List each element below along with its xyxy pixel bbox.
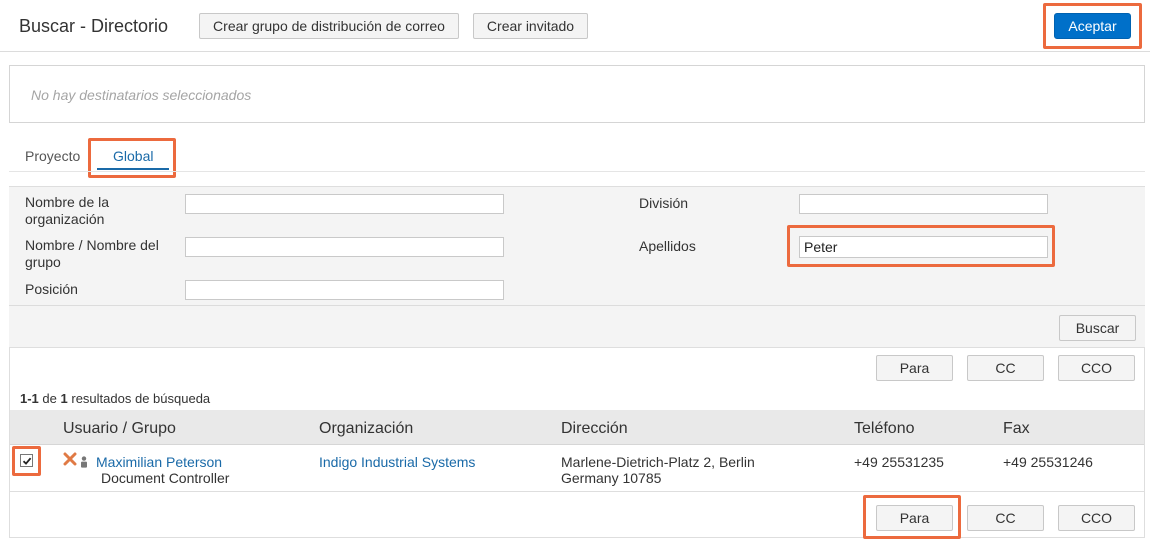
- position-input[interactable]: [185, 280, 504, 300]
- results-of-text: de: [42, 391, 57, 406]
- page-title: Buscar - Directorio: [19, 16, 169, 36]
- top-to-button[interactable]: Para: [876, 355, 953, 381]
- surname-label: Apellidos: [639, 238, 696, 254]
- row-checkbox[interactable]: [20, 454, 33, 467]
- col-organization[interactable]: Organización: [319, 420, 413, 438]
- user-role: Document Controller: [101, 470, 230, 486]
- bottom-cc-button[interactable]: CC: [967, 505, 1044, 531]
- tabs-divider: [9, 171, 1145, 172]
- results-range: 1-1: [20, 391, 39, 406]
- user-name-link[interactable]: Maximilian Peterson: [96, 454, 222, 470]
- search-button[interactable]: Buscar: [1059, 315, 1136, 341]
- division-input[interactable]: [799, 194, 1048, 214]
- tab-proyecto[interactable]: Proyecto: [25, 148, 80, 164]
- no-recipients-text: No hay destinatarios seleccionados: [31, 87, 252, 103]
- user-icon: [80, 455, 88, 468]
- bottom-bcc-button[interactable]: CCO: [1058, 505, 1135, 531]
- tab-global-underline: [97, 168, 169, 170]
- organization-link[interactable]: Indigo Industrial Systems: [319, 454, 475, 470]
- group-name-input[interactable]: [185, 237, 504, 257]
- group-name-label: Nombre / Nombre del grupo: [25, 237, 159, 270]
- results-suffix: resultados de búsqueda: [71, 391, 211, 406]
- surname-input[interactable]: [799, 236, 1048, 258]
- position-label: Posición: [25, 281, 78, 297]
- top-cc-button[interactable]: CC: [967, 355, 1044, 381]
- col-user-group[interactable]: Usuario / Grupo: [63, 420, 176, 438]
- create-distribution-group-button[interactable]: Crear grupo de distribución de correo: [199, 13, 459, 39]
- org-name-input[interactable]: [185, 194, 504, 214]
- phone-value: +49 25531235: [854, 454, 944, 470]
- org-name-label: Nombre de la organización: [25, 194, 110, 227]
- tab-global[interactable]: Global: [113, 148, 153, 164]
- address-line1: Marlene-Dietrich-Platz 2, Berlin: [561, 454, 755, 470]
- col-fax[interactable]: Fax: [1003, 420, 1030, 438]
- fax-value: +49 25531246: [1003, 454, 1093, 470]
- results-count: 1-1 de 1 resultados de búsqueda: [20, 391, 210, 406]
- create-guest-button[interactable]: Crear invitado: [473, 13, 588, 39]
- col-phone[interactable]: Teléfono: [854, 420, 915, 438]
- bottom-to-button[interactable]: Para: [876, 505, 953, 531]
- col-address[interactable]: Dirección: [561, 420, 628, 438]
- remove-x-icon[interactable]: [63, 452, 77, 466]
- search-form-divider: [9, 305, 1145, 306]
- accept-button[interactable]: Aceptar: [1054, 13, 1131, 39]
- top-bcc-button[interactable]: CCO: [1058, 355, 1135, 381]
- address-line2: Germany 10785: [561, 470, 662, 486]
- results-total: 1: [60, 391, 68, 406]
- division-label: División: [639, 195, 689, 211]
